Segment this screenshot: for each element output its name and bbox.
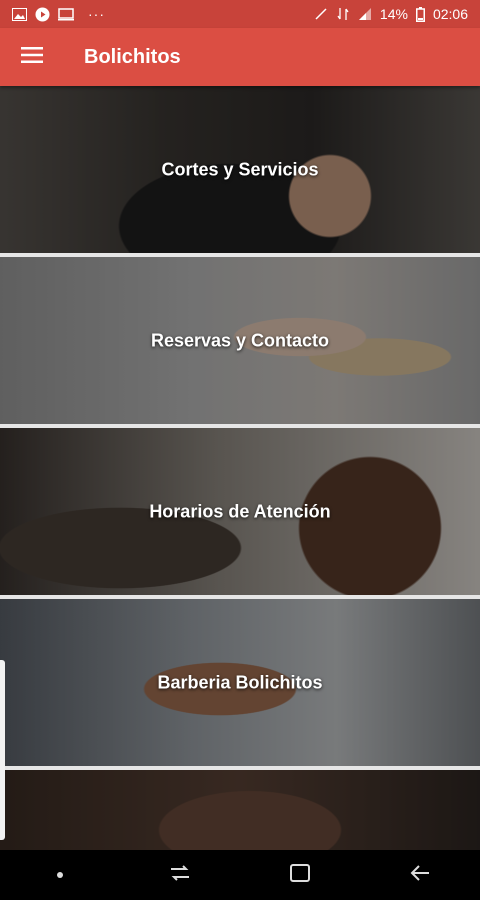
app-title: Bolichitos xyxy=(84,45,181,68)
battery-percent: 14% xyxy=(379,6,408,22)
battery-icon xyxy=(415,6,425,22)
signal-icon xyxy=(358,7,372,21)
recents-button[interactable] xyxy=(150,850,210,900)
menu-button[interactable] xyxy=(0,28,64,86)
status-right: 14% 02:06 xyxy=(314,6,468,22)
back-icon xyxy=(410,864,430,887)
card-partial[interactable] xyxy=(0,770,480,850)
clock: 02:06 xyxy=(432,6,468,22)
card-horarios-atencion[interactable]: Horarios de Atención xyxy=(0,428,480,599)
dot-icon xyxy=(56,866,64,884)
image-icon xyxy=(12,7,27,21)
section-list: Cortes y Servicios Reservas y Contacto H… xyxy=(0,86,480,850)
card-title: Barberia Bolichitos xyxy=(157,672,323,692)
card-reservas-contacto[interactable]: Reservas y Contacto xyxy=(0,257,480,428)
play-icon xyxy=(35,7,50,22)
card-cortes-servicios[interactable]: Cortes y Servicios xyxy=(0,86,480,257)
nav-bar xyxy=(0,850,480,900)
card-title: Cortes y Servicios xyxy=(161,159,319,179)
hamburger-menu-icon xyxy=(21,46,43,68)
screen-icon xyxy=(58,7,74,21)
card-barberia-bolichitos[interactable]: Barberia Bolichitos xyxy=(0,599,480,770)
app-bar: Bolichitos xyxy=(0,28,480,86)
data-4g-icon xyxy=(336,7,350,21)
more-dots-icon: ··· xyxy=(88,6,105,22)
home-icon xyxy=(290,863,310,887)
recents-icon xyxy=(169,864,191,887)
back-button[interactable] xyxy=(390,850,450,900)
status-left: ··· xyxy=(12,6,105,22)
status-bar: ··· 14% 02:06 xyxy=(0,0,480,28)
mute-icon xyxy=(314,7,328,21)
card-title: Horarios de Atención xyxy=(149,501,331,521)
home-button[interactable] xyxy=(270,850,330,900)
dot-button[interactable] xyxy=(30,850,90,900)
card-title: Reservas y Contacto xyxy=(150,330,330,350)
edge-panel-handle[interactable] xyxy=(0,660,5,840)
